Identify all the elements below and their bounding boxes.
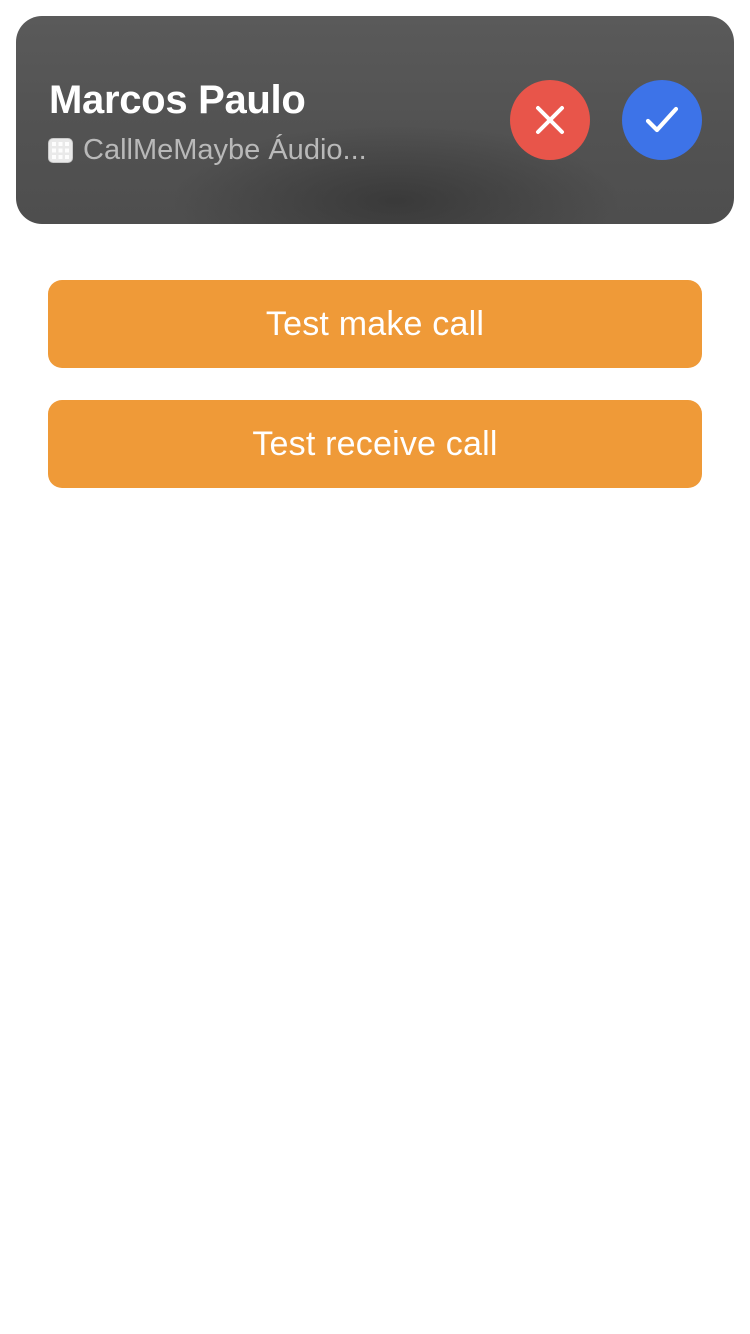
caller-app-info: CallMeMaybe Áudio... <box>48 134 367 166</box>
test-receive-call-button[interactable]: Test receive call <box>48 400 702 488</box>
decline-call-button[interactable] <box>510 80 590 160</box>
accept-call-button[interactable] <box>622 80 702 160</box>
caller-name: Marcos Paulo <box>49 78 306 122</box>
app-name-label: CallMeMaybe Áudio... <box>83 134 367 166</box>
checkmark-icon <box>645 106 679 133</box>
test-make-call-button[interactable]: Test make call <box>48 280 702 368</box>
app-grid-icon <box>48 137 73 163</box>
close-icon <box>536 106 564 134</box>
incoming-call-banner[interactable]: Marcos Paulo CallMeMaybe Áudio... <box>16 16 734 224</box>
